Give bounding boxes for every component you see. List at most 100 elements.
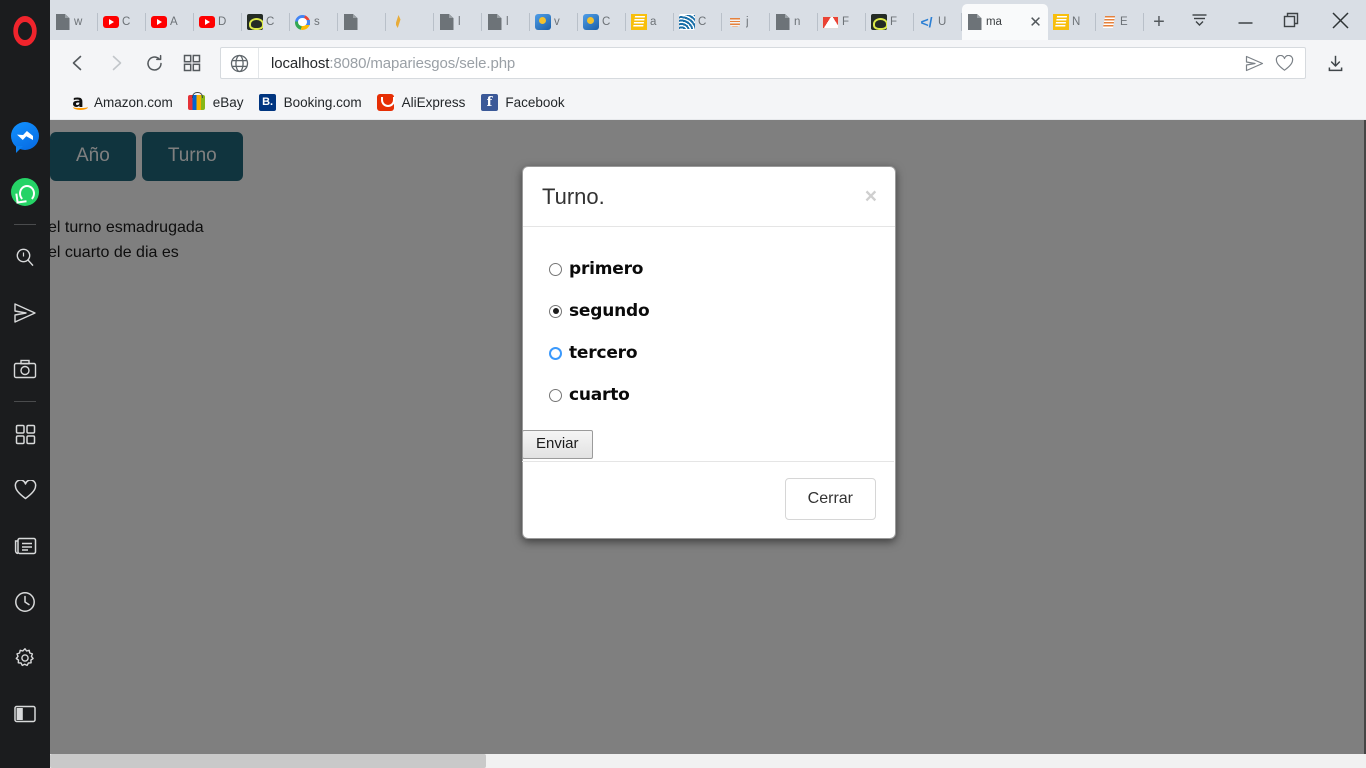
share-button[interactable]	[1239, 48, 1269, 78]
tab-item[interactable]: a	[626, 4, 674, 40]
tab-item[interactable]: E	[1096, 4, 1144, 40]
enviar-button[interactable]: Enviar	[522, 430, 593, 460]
tab-item[interactable]: j	[722, 4, 770, 40]
tab-favicon-icon	[294, 14, 311, 31]
sidebar-panel-toggle-button[interactable]	[0, 686, 50, 742]
aliexpress-icon-glyph	[377, 94, 395, 111]
tab-item[interactable]: F	[818, 4, 866, 40]
horizontal-scrollbar-thumb[interactable]	[50, 754, 486, 768]
url-text[interactable]: localhost:8080/mapariesgos/sele.php	[259, 55, 1239, 72]
horizontal-scrollbar[interactable]	[50, 754, 1366, 768]
bookmarks-bar: a Amazon.com eBay B. Booking.com AliExpress f F…	[50, 86, 1366, 120]
fav-yt-icon	[150, 16, 167, 28]
sidebar-item-whatsapp[interactable]	[0, 164, 50, 220]
cerrar-button[interactable]: Cerrar	[784, 478, 876, 520]
tab-item[interactable]: </ U	[914, 4, 962, 40]
sidebar-item-messenger[interactable]	[0, 108, 50, 164]
radio-option-tercero[interactable]: tercero	[523, 332, 895, 374]
radio-button-icon[interactable]	[549, 388, 562, 402]
sidebar-item-settings[interactable]	[0, 630, 50, 686]
tab-title: l	[506, 16, 509, 28]
tab-item[interactable]: F	[866, 4, 914, 40]
opera-menu-button[interactable]	[0, 0, 50, 62]
tab-item[interactable]	[386, 4, 434, 40]
tab-favicon-icon	[150, 14, 167, 31]
fav-quill-icon	[392, 14, 406, 30]
url-rest: :8080/mapariesgos/sele.php	[329, 54, 516, 72]
tab-active[interactable]: ma ✕	[962, 4, 1048, 40]
bookmark-button[interactable]	[1269, 48, 1299, 78]
tab-item[interactable]: C	[242, 4, 290, 40]
restore-button[interactable]	[1268, 0, 1314, 40]
booking-icon-glyph: B.	[259, 94, 277, 111]
tab-title: l	[458, 16, 461, 28]
radio-option-primero[interactable]: primero	[523, 248, 895, 290]
messenger-icon	[11, 122, 39, 150]
downloads-button[interactable]	[1316, 46, 1354, 80]
sidebar-item-snapshot[interactable]	[0, 341, 50, 397]
tab-item[interactable]: A	[146, 4, 194, 40]
tab-favicon-icon	[342, 14, 359, 31]
tab-item[interactable]: l	[482, 4, 530, 40]
radio-button-icon[interactable]	[549, 262, 562, 276]
sidebar-item-history[interactable]	[0, 574, 50, 630]
modal-title: Turno.	[542, 184, 605, 209]
close-window-button[interactable]	[1314, 0, 1366, 40]
tab-favicon-icon	[726, 14, 743, 31]
tab-item[interactable]: s	[290, 4, 338, 40]
site-info-button[interactable]	[221, 48, 259, 78]
fav-doc-icon	[439, 14, 454, 30]
tab-item[interactable]: l	[434, 4, 482, 40]
bookmark-item[interactable]: a Amazon.com	[66, 90, 185, 116]
back-button[interactable]	[60, 46, 96, 80]
tab-item[interactable]: C	[674, 4, 722, 40]
close-icon	[1331, 11, 1349, 29]
tab-item[interactable]: C	[578, 4, 626, 40]
modal-footer: Cerrar	[523, 462, 895, 538]
tab-item[interactable]: D	[194, 4, 242, 40]
sidebar-item-telegram[interactable]	[0, 285, 50, 341]
sidebar-item-workspaces[interactable]	[0, 406, 50, 462]
tab-item[interactable]	[338, 4, 386, 40]
sidebar-item-search[interactable]	[0, 229, 50, 285]
navigation-toolbar: localhost:8080/mapariesgos/sele.php	[50, 40, 1366, 86]
tab-menu-button[interactable]	[1176, 0, 1222, 40]
bookmark-item[interactable]: eBay	[185, 90, 256, 116]
tab-favicon-icon	[246, 14, 263, 31]
fav-google-icon	[295, 14, 310, 30]
tab-item[interactable]: N	[1048, 4, 1096, 40]
tab-item[interactable]: v	[530, 4, 578, 40]
radio-option-segundo[interactable]: segundo	[523, 290, 895, 332]
reload-button[interactable]	[136, 46, 172, 80]
forward-button[interactable]	[98, 46, 134, 80]
speed-dial-button[interactable]	[174, 46, 210, 80]
sidebar-divider	[14, 224, 36, 225]
sidebar-item-news[interactable]	[0, 518, 50, 574]
fav-doc-icon	[343, 14, 358, 30]
heart-icon	[14, 479, 36, 499]
submit-row: Enviar	[522, 430, 894, 463]
bookmark-item[interactable]: f Facebook	[477, 90, 576, 116]
tab-item[interactable]: C	[98, 4, 146, 40]
radio-button-icon[interactable]	[549, 304, 562, 318]
sidebar-item-favorites[interactable]	[0, 462, 50, 518]
address-bar[interactable]: localhost:8080/mapariesgos/sele.php	[220, 47, 1306, 79]
opera-sidebar	[0, 0, 50, 768]
tab-close-icon[interactable]: ✕	[1027, 15, 1044, 30]
fav-jquery-icon	[678, 14, 695, 30]
restore-icon	[1283, 12, 1298, 28]
tab-item[interactable]: n	[770, 4, 818, 40]
tab-favicon-icon	[1100, 14, 1117, 31]
tab-favicon-icon	[630, 14, 647, 31]
radio-option-cuarto[interactable]: cuarto	[523, 374, 895, 416]
radio-button-icon[interactable]	[549, 346, 562, 360]
minimize-button[interactable]	[1222, 0, 1268, 40]
tab-item[interactable]: w	[50, 4, 98, 40]
clock-icon	[15, 592, 35, 612]
new-tab-button[interactable]: +	[1142, 4, 1176, 40]
bookmark-item[interactable]: AliExpress	[374, 90, 478, 116]
tab-title: a	[650, 16, 657, 28]
tab-favicon-icon	[390, 14, 407, 31]
close-icon[interactable]: ×	[865, 184, 879, 207]
bookmark-item[interactable]: B. Booking.com	[256, 90, 374, 116]
